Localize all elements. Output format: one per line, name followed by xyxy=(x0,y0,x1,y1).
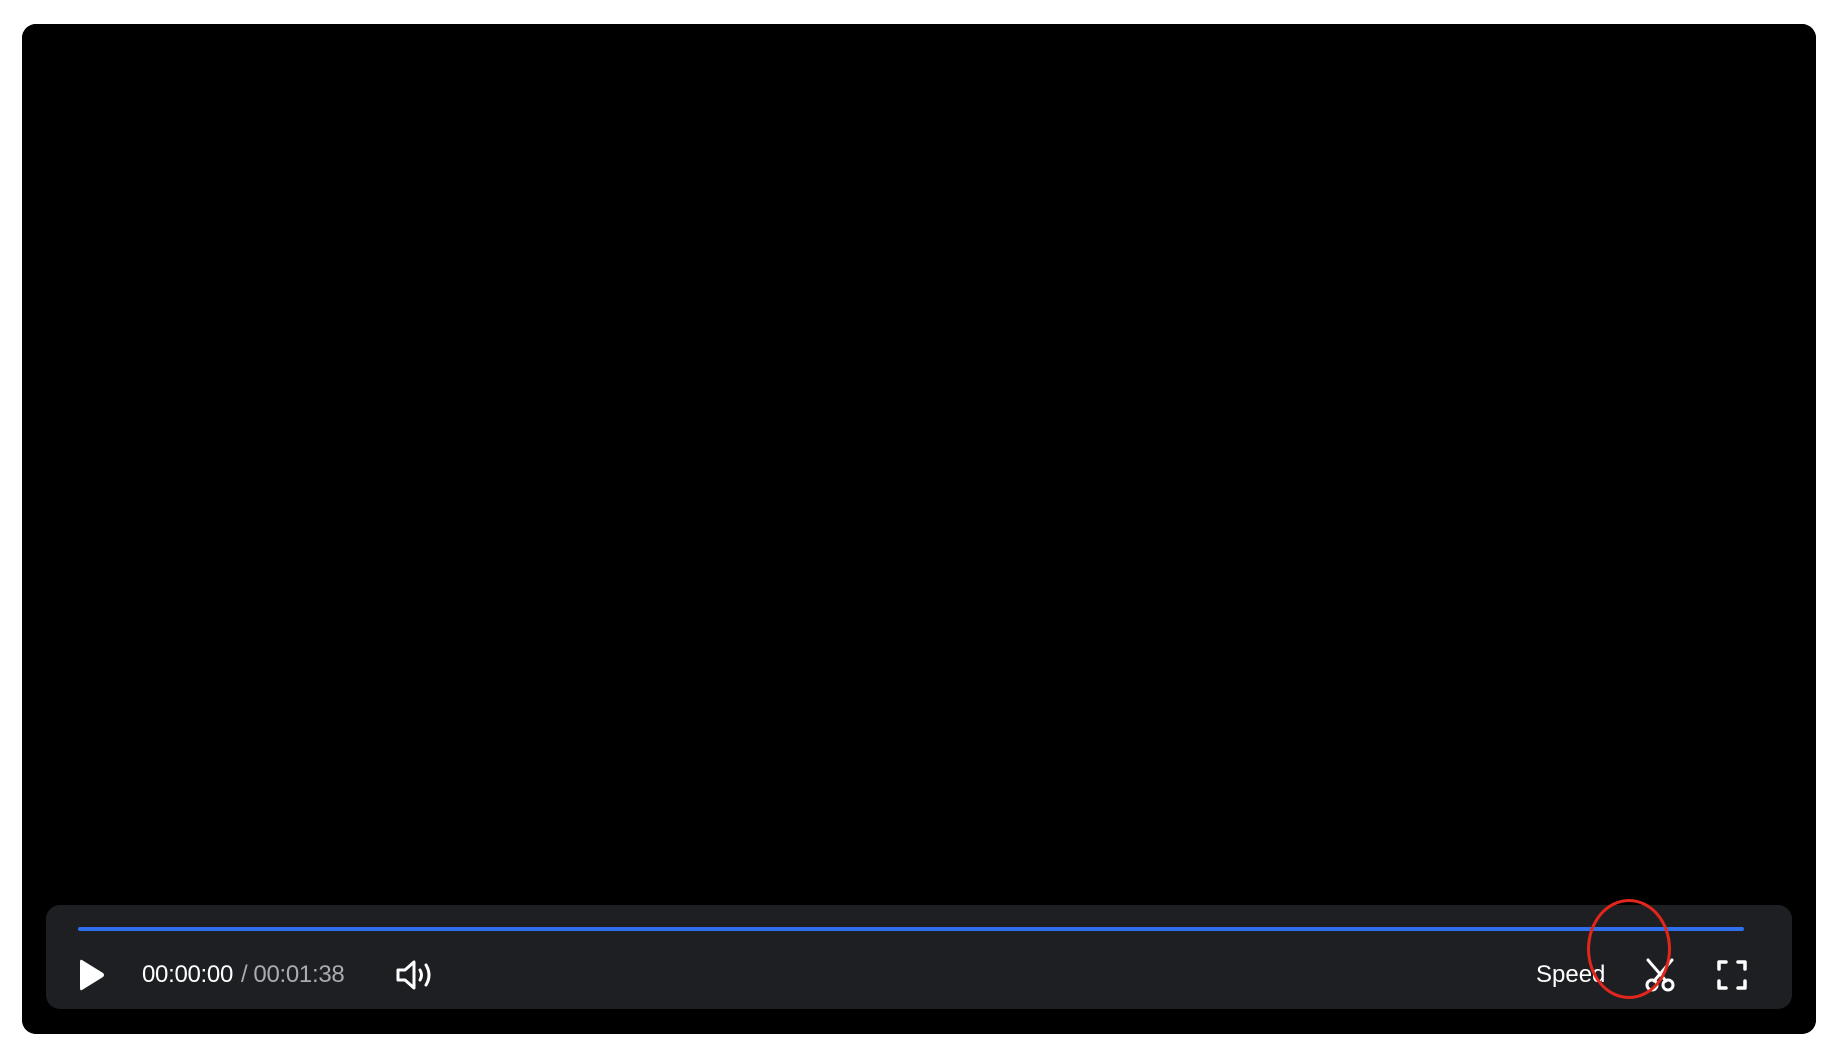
fullscreen-icon xyxy=(1717,960,1747,990)
volume-icon xyxy=(396,960,431,990)
video-player[interactable]: 00:00:00 /00:01:38 Speed xyxy=(22,24,1816,1034)
fullscreen-button[interactable] xyxy=(1708,951,1756,999)
control-bar: 00:00:00 /00:01:38 Speed xyxy=(46,905,1792,1009)
clip-button[interactable] xyxy=(1636,951,1684,999)
play-button[interactable] xyxy=(70,953,114,997)
duration: 00:01:38 xyxy=(253,961,345,988)
scissors-icon xyxy=(1645,958,1675,992)
current-time: 00:00:00 xyxy=(142,961,234,988)
control-row: 00:00:00 /00:01:38 Speed xyxy=(46,949,1792,999)
speed-button[interactable]: Speed xyxy=(1536,961,1605,989)
time-separator: / xyxy=(241,961,248,988)
video-canvas[interactable] xyxy=(22,24,1816,1034)
play-icon xyxy=(80,959,104,991)
volume-button[interactable] xyxy=(392,951,440,999)
progress-bar[interactable] xyxy=(78,927,1744,931)
time-display: 00:00:00 /00:01:38 xyxy=(142,961,345,989)
